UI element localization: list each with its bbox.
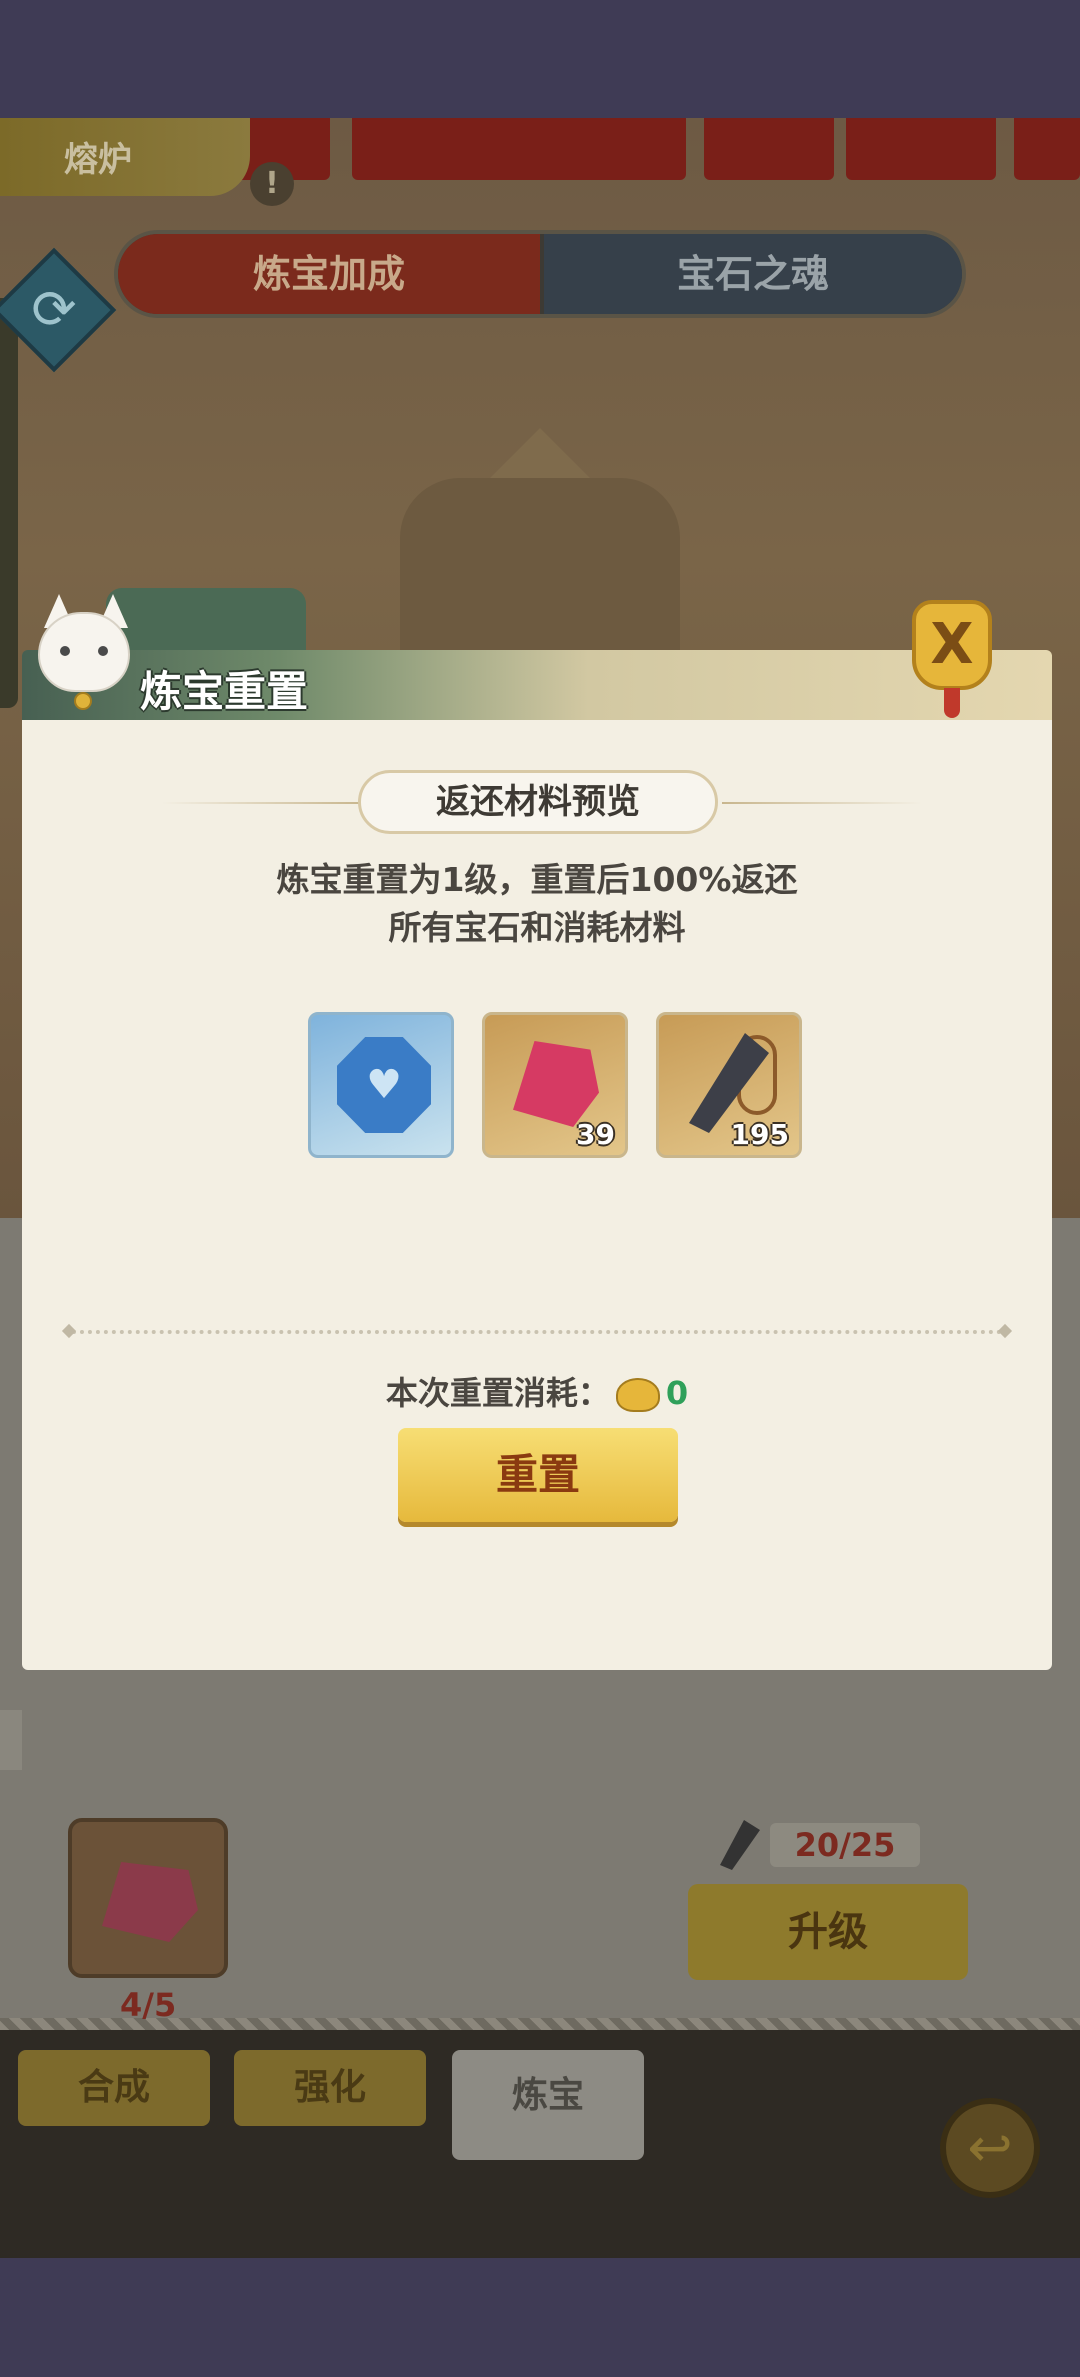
dialog-panel: 返还材料预览 炼宝重置为1级，重置后100%返还 所有宝石和消耗材料 39 19… [22, 720, 1052, 1670]
tab-refine[interactable]: 炼宝 [452, 2050, 644, 2160]
back-icon[interactable]: ↩ [940, 2098, 1040, 2198]
dialog-title: 炼宝重置 [140, 667, 309, 716]
upgrade-button[interactable]: 升级 [688, 1884, 968, 1980]
close-icon: X [912, 600, 992, 690]
divider [72, 1330, 1002, 1334]
close-button[interactable]: X [902, 590, 1002, 720]
cat-mascot-icon [30, 594, 140, 722]
forge-tab-label: 熔炉 [64, 140, 132, 180]
red-gem-icon [102, 1862, 198, 1942]
material-count: 4/5 [120, 1986, 177, 2024]
item-count: 195 [730, 1118, 789, 1151]
status-bar-top [0, 0, 1080, 118]
material-slot[interactable] [68, 1818, 228, 1978]
item-count: 39 [576, 1118, 615, 1151]
cost-value: 0 [665, 1374, 689, 1412]
tab-enhance[interactable]: 强化 [234, 2050, 426, 2126]
resource-count: 20/25 [770, 1823, 920, 1867]
description-line-2: 所有宝石和消耗材料 [388, 908, 686, 947]
warning-icon[interactable]: ! [250, 162, 294, 206]
reset-button[interactable]: 重置 [398, 1428, 678, 1522]
return-item-red-gem[interactable]: 39 [482, 1012, 628, 1158]
cost-label: 本次重置消耗： [385, 1374, 610, 1412]
tab-synthesize[interactable]: 合成 [18, 2050, 210, 2126]
navigation-bar [0, 2258, 1080, 2377]
blue-gem-icon [337, 1037, 431, 1133]
forge-tab[interactable]: 熔炉 [0, 118, 250, 196]
reset-dialog: 炼宝重置 X 返还材料预览 炼宝重置为1级，重置后100%返还 所有宝石和消耗材… [22, 588, 1052, 1670]
segment-tabs: 炼宝加成 宝石之魂 [114, 230, 966, 318]
description-line-1: 炼宝重置为1级，重置后100%返还 [276, 860, 798, 899]
gold-ingot-icon [615, 1378, 660, 1412]
red-gem-icon [513, 1041, 599, 1127]
tab-bonus[interactable]: 炼宝加成 [118, 234, 540, 314]
return-item-hammer[interactable]: 195 [656, 1012, 802, 1158]
return-item-blue-gem[interactable] [308, 1012, 454, 1158]
preview-subtitle: 返还材料预览 [358, 770, 718, 834]
tab-gem-soul[interactable]: 宝石之魂 [544, 234, 962, 314]
reset-cost: 本次重置消耗： 0 [22, 1368, 1052, 1414]
reset-description: 炼宝重置为1级，重置后100%返还 所有宝石和消耗材料 [102, 856, 972, 952]
